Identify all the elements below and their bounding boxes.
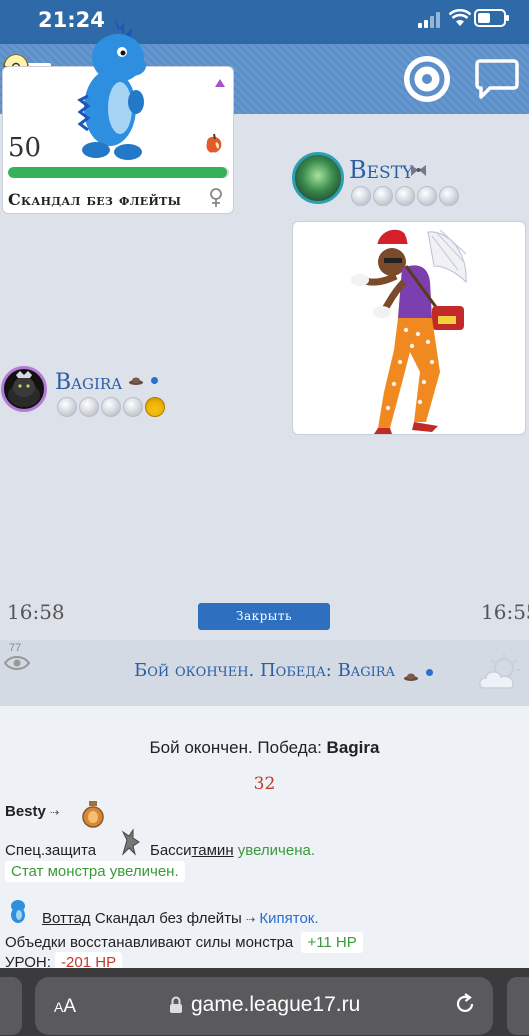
log-monster-name-a: Басси <box>150 842 192 859</box>
opponent-team <box>351 186 459 206</box>
wifi-icon <box>449 9 471 26</box>
battery-icon <box>474 9 509 27</box>
lock-icon <box>170 996 182 1013</box>
weather-cloudy-icon <box>479 654 520 689</box>
log-actor: Besty <box>5 803 46 820</box>
log-heal-hp: +11 HP <box>301 932 363 953</box>
hat-icon <box>129 377 143 385</box>
log-result-winner: Bagira <box>326 738 380 757</box>
monster-mini-icon <box>121 828 140 856</box>
log-line-1-mon: Басситамин увеличена. <box>150 842 315 859</box>
text-size-button[interactable]: AA <box>54 996 76 1018</box>
close-button[interactable]: Закрыть <box>198 603 330 630</box>
timer-right: 16:55 <box>481 600 529 624</box>
log-arrow: ⇢ <box>246 914 256 926</box>
team-ball <box>417 186 437 206</box>
watchers-count: 77 <box>9 642 22 654</box>
log-stat-raised: Стат монстра увеличен. <box>5 861 185 882</box>
opponent-badge-icon <box>411 165 426 176</box>
previous-tab[interactable] <box>0 977 22 1035</box>
text-size-label: A <box>54 999 64 1015</box>
opponent-monster-sprite <box>351 229 467 434</box>
team-ball <box>439 186 459 206</box>
monster-mini-icon <box>11 900 25 923</box>
player-team <box>57 397 165 417</box>
turn-number: 32 <box>253 774 276 794</box>
log-stat-label: Спец.защита <box>5 842 97 859</box>
timer-left: 16:58 <box>7 600 65 624</box>
team-ball-active <box>145 397 165 417</box>
online-dot <box>426 669 433 676</box>
team-ball <box>57 397 77 417</box>
log-heal-text: Объедки восстанавливают силы монстра <box>5 934 294 951</box>
team-ball <box>79 397 99 417</box>
reload-icon[interactable] <box>454 993 476 1015</box>
stat-up-arrow-icon <box>215 79 225 87</box>
log-monster-name-b[interactable]: тамин <box>192 842 234 859</box>
log-line-2: Стат монстра увеличен. <box>5 861 185 882</box>
log-line-4: Объедки восстанавливают силы монстра +11… <box>5 932 363 953</box>
opponent-name[interactable]: Besty <box>349 156 413 184</box>
player-name[interactable]: Bagira <box>55 370 122 395</box>
player-avatar[interactable] <box>1 366 47 412</box>
next-tab[interactable] <box>507 977 529 1035</box>
log-actor-line: Besty ⇢ <box>5 803 59 820</box>
log-move-name[interactable]: Кипяток. <box>259 910 318 927</box>
monster-name: Скандал без флейты <box>8 190 182 209</box>
opponent-avatar[interactable] <box>292 152 344 204</box>
hp-bar <box>8 167 229 178</box>
online-dot <box>151 377 158 384</box>
chat-icon[interactable] <box>474 57 520 101</box>
team-ball <box>395 186 415 206</box>
log-arrow: ⇢ <box>50 807 60 819</box>
text-size-label-large: A <box>63 996 77 1017</box>
eye-icon <box>4 656 30 670</box>
pokedisc-icon[interactable] <box>404 56 450 102</box>
monster-level: 50 <box>8 133 42 163</box>
log-result-prefix: Бой окончен. Победа: <box>149 738 327 757</box>
my-monster-sprite <box>77 18 146 160</box>
log-stat-status: увеличена. <box>237 842 316 859</box>
team-ball <box>373 186 393 206</box>
potion-icon <box>82 801 104 828</box>
team-ball <box>101 397 121 417</box>
cellular-signal-icon <box>418 12 442 28</box>
log-move-user: Скандал без флейты <box>94 910 242 927</box>
leftovers-item-icon <box>206 133 222 153</box>
log-line-1: Спец.защита <box>5 842 96 859</box>
hat-icon <box>404 673 418 681</box>
log-move-user-prefix[interactable]: Воттад <box>42 910 91 927</box>
hp-bar-fill <box>8 167 227 178</box>
log-line-3: Воттад Скандал без флейты ⇢ Кипяток. <box>42 910 319 927</box>
url-text[interactable]: game.league17.ru <box>191 993 360 1017</box>
team-ball <box>351 186 371 206</box>
log-result: Бой окончен. Победа: Bagira <box>0 738 529 758</box>
banner-title: Бой окончен. Победа: Bagira <box>134 660 395 681</box>
team-ball <box>123 397 143 417</box>
female-gender-icon <box>210 188 222 207</box>
